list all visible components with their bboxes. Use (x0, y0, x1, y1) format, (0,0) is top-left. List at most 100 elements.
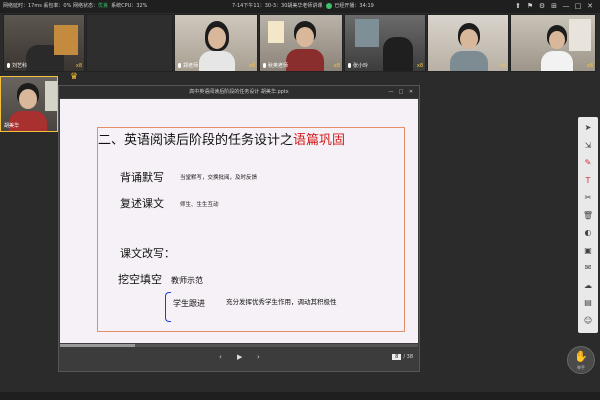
cloud-icon[interactable]: ☁ (578, 279, 598, 293)
participant-tile[interactable]: 秋英老师 x8 (259, 14, 343, 72)
participant-name: 郑老师 (178, 62, 198, 69)
window-shape (355, 19, 379, 47)
participant-name-text: 郑老师 (183, 63, 199, 69)
flag-icon[interactable]: ⚑ (524, 0, 536, 13)
chat-icon[interactable]: ✉ (578, 261, 598, 275)
person-face (208, 27, 226, 49)
mic-icon (7, 63, 10, 68)
slide-progress-bar[interactable] (60, 344, 418, 347)
pen-icon[interactable]: ✎ (578, 156, 598, 170)
participant-flag: x8 (499, 63, 506, 69)
video-feed (511, 15, 595, 71)
participant-tile[interactable]: x8 (427, 14, 509, 72)
eraser-icon[interactable]: ◐ (578, 226, 598, 240)
raise-hand-label: 举手 (577, 365, 585, 370)
slide-note-recite: 当堂默写，交换批阅，及时反馈 (180, 175, 258, 181)
slide-note-retell: 师生、生生互动 (180, 202, 219, 208)
presentation-title: 高中英语阅读后阶段的任务设计 胡美华.pptx (189, 89, 289, 95)
slide-navbar: ‹ ▶ › 8/ 38 (59, 351, 419, 367)
box-icon[interactable]: ▤ (578, 296, 598, 310)
participant-tile[interactable]: 郑老师 x8 (174, 14, 258, 72)
bottom-strip (0, 392, 600, 400)
person-face (549, 31, 565, 49)
person-face (296, 27, 314, 47)
slide-item-recite: 背诵默写 (120, 171, 164, 184)
pointer-icon[interactable]: ⇲ (578, 139, 598, 153)
page-indicator: 8/ 38 (392, 354, 413, 360)
person-face (460, 29, 478, 49)
slide-item-cloze: 挖空填空 (118, 273, 162, 286)
person-icon[interactable]: ☺ (578, 314, 598, 328)
participant-name-text: 秋英老师 (268, 63, 289, 69)
presentation-window[interactable]: 高中英语阅读后阶段的任务设计 胡美华.pptx — □ ✕ 二、英语阅读后阶段的任务… (58, 85, 420, 372)
recording-label: 已经开播：34:19 (334, 3, 374, 9)
person-body (541, 51, 573, 71)
presentation-titlebar: 高中英语阅读后阶段的任务设计 胡美华.pptx — □ ✕ (59, 86, 419, 98)
network-stats-text: 网络延时：17ms 丢包率：0% 网络状态： (3, 3, 98, 9)
total-pages: / 38 (403, 354, 413, 360)
slide-progress-fill (60, 344, 136, 347)
slide-brace (165, 292, 171, 322)
minimize-icon[interactable]: — (560, 0, 572, 13)
participant-flag: x8 (416, 63, 423, 69)
participant-tile[interactable]: x8 (510, 14, 596, 72)
slide-title-highlight: 语篇巩固 (293, 133, 346, 148)
participant-name: 刘艺科 (7, 62, 27, 69)
layout-icon[interactable]: ⊞ (548, 0, 560, 13)
host-crown-icon: ♛ (70, 72, 79, 82)
participant-flag: x8 (248, 63, 255, 69)
image-icon[interactable]: ▣ (578, 244, 598, 258)
hand-icon: ✋ (574, 350, 588, 363)
participant-name-text: 张小玲 (353, 63, 369, 69)
video-feed (428, 15, 508, 71)
person-body (286, 49, 324, 71)
slide-title: 二、英语阅读后阶段的任务设计之语篇巩固 (98, 129, 345, 148)
cursor-icon[interactable]: ➤ (578, 121, 598, 135)
prev-slide-button[interactable]: ‹ (219, 353, 222, 361)
participant-name: 秋英老师 (263, 62, 288, 69)
slide-canvas: 二、英语阅读后阶段的任务设计之语篇巩固 背诵默写 当堂默写，交换批阅，及时反馈 … (60, 99, 418, 343)
trash-icon[interactable]: 🗑 (578, 209, 598, 223)
status-bar: 网络延时：17ms 丢包率：0% 网络状态：优良 系统CPU：32% 7-14下… (0, 0, 600, 13)
speaker-name: 胡美华 (4, 123, 20, 129)
scissors-icon[interactable]: ✂ (578, 191, 598, 205)
share-icon[interactable]: ⬆ (512, 0, 524, 13)
person-body (450, 51, 488, 71)
maximize-icon[interactable]: □ (396, 86, 406, 98)
participant-name-text: 刘艺科 (12, 63, 28, 69)
page-number-input[interactable]: 8 (392, 354, 402, 360)
close-icon[interactable]: ✕ (406, 86, 416, 98)
meeting-time: 7-14下午11：30-3：30胡美华老师讲课 (232, 3, 323, 9)
person-face (19, 89, 37, 109)
meeting-info: 7-14下午11：30-3：30胡美华老师讲课 已经开播：34:19 (232, 0, 374, 13)
participant-tile[interactable]: 刘艺科 x8 (3, 14, 85, 72)
settings-icon[interactable]: ⚙ (536, 0, 548, 13)
slide-sub-student: 学生跟进 (173, 299, 205, 308)
participant-tile[interactable]: 张小玲 x8 (344, 14, 426, 72)
person-body (199, 51, 235, 71)
active-speaker-tile[interactable]: 胡美华 (0, 76, 58, 132)
maximize-icon[interactable]: □ (572, 0, 584, 13)
window-shape (569, 19, 591, 51)
live-indicator-icon (326, 2, 333, 9)
window-shape (268, 21, 284, 43)
door-shape (54, 25, 78, 55)
network-quality: 优良 (97, 3, 108, 9)
slide-sub-teacher: 教师示范 (171, 276, 203, 285)
window-controls: ⬆ ⚑ ⚙ ⊞ — □ ✕ (512, 0, 596, 14)
slide-title-text: 二、英语阅读后阶段的任务设计之 (98, 133, 294, 148)
minimize-icon[interactable]: — (386, 86, 396, 98)
close-icon[interactable]: ✕ (584, 0, 596, 13)
participant-flag: x8 (333, 63, 340, 69)
slide-item-retell: 复述课文 (120, 197, 164, 210)
presentation-controls: — □ ✕ (386, 86, 416, 98)
participant-tile-empty[interactable] (86, 14, 173, 72)
play-button[interactable]: ▶ (237, 353, 242, 361)
raise-hand-button[interactable]: ✋ 举手 (567, 346, 595, 374)
mic-icon (263, 63, 266, 68)
next-slide-button[interactable]: › (257, 353, 260, 361)
system-cpu: 系统CPU：32% (111, 3, 148, 9)
participant-flag: x8 (75, 63, 82, 69)
text-icon[interactable]: T (578, 174, 598, 188)
slide-item-rewrite: 课文改写： (120, 247, 175, 260)
